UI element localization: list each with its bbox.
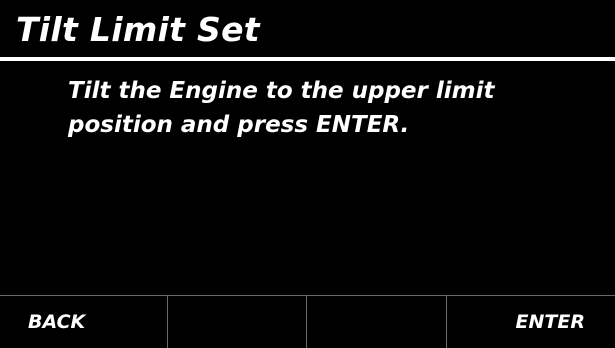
back-button[interactable]: BACK	[0, 296, 167, 348]
instruction-line-2: position and press ENTER.	[68, 108, 598, 142]
softkey-3[interactable]	[306, 296, 446, 348]
instruction-message: Tilt the Engine to the upper limit posit…	[68, 74, 598, 142]
title-divider	[0, 57, 615, 61]
page-title: Tilt Limit Set	[16, 8, 260, 52]
instruction-line-1: Tilt the Engine to the upper limit	[68, 74, 598, 108]
tilt-limit-screen: Tilt Limit Set Tilt the Engine to the up…	[0, 0, 615, 347]
softkey-2[interactable]	[167, 296, 307, 348]
softkey-bar: BACK ENTER	[0, 295, 615, 348]
enter-button[interactable]: ENTER	[446, 296, 615, 348]
